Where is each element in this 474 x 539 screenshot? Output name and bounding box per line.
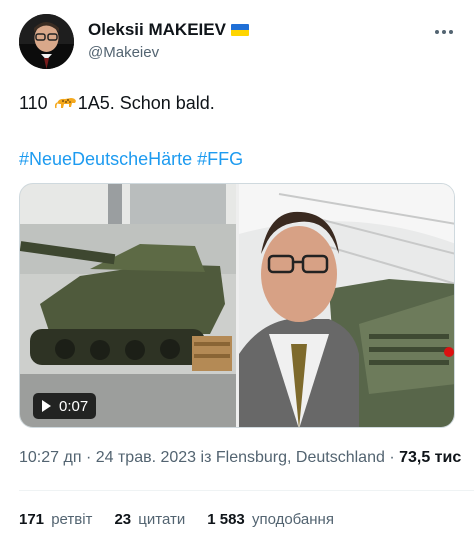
author-handle[interactable]: @Makeiev: [88, 44, 159, 61]
author-name-row: Oleksii MAKEIEV: [88, 20, 249, 40]
play-icon: [42, 400, 51, 412]
tweet-time[interactable]: 10:27 дп: [19, 449, 81, 466]
likes-stat[interactable]: 1 583 уподобання: [207, 511, 334, 528]
retweets-count: 171: [19, 511, 45, 528]
hashtag-link[interactable]: #NeueDeutscheHärte: [19, 149, 192, 169]
tweet-meta: 10:27 дп · 24 трав. 2023 із Flensburg, D…: [19, 449, 461, 467]
more-options-button[interactable]: [432, 20, 456, 44]
media-grid: 0:07: [19, 183, 455, 428]
retweets-stat[interactable]: 171 ретвіт: [19, 511, 92, 528]
view-count[interactable]: 73,5 тис: [399, 449, 461, 466]
video-duration-badge[interactable]: 0:07: [33, 393, 96, 419]
location-prefix: із: [200, 449, 212, 466]
leopard-icon: [54, 94, 77, 112]
meta-separator: ·: [85, 449, 92, 466]
tweet-text-prefix: 110: [19, 93, 48, 113]
quotes-stat[interactable]: 23 цитати: [114, 511, 185, 528]
hashtag-link[interactable]: #FFG: [197, 149, 243, 169]
video-duration: 0:07: [59, 397, 89, 415]
likes-label: уподобання: [251, 511, 334, 528]
quotes-count: 23: [114, 511, 132, 528]
more-icon: [435, 30, 439, 34]
tweet-date[interactable]: 24 трав. 2023: [96, 449, 196, 466]
tweet-header: Oleksii MAKEIEV @Makeiev: [19, 14, 460, 70]
likes-count: 1 583: [207, 511, 245, 528]
tank-in-hangar-photo[interactable]: 0:07: [20, 184, 236, 427]
ukraine-flag-icon: [230, 24, 249, 36]
engagement-stats: 171 ретвіт 23 цитати 1 583 уподобання: [19, 511, 356, 528]
tweet-text-suffix: 1A5. Schon bald.: [77, 93, 215, 113]
selfie-with-tank-photo[interactable]: [239, 184, 454, 427]
tweet-location[interactable]: Flensburg, Deutschland: [216, 449, 385, 466]
more-icon-dot: [442, 30, 446, 34]
avatar[interactable]: [19, 14, 74, 69]
retweets-label: ретвіт: [51, 511, 93, 528]
quotes-label: цитати: [138, 511, 186, 528]
author-name[interactable]: Oleksii MAKEIEV: [88, 20, 226, 40]
divider: [19, 490, 474, 491]
hashtags: #NeueDeutscheHärte #FFG: [19, 148, 243, 170]
more-icon-dot: [449, 30, 453, 34]
meta-separator: ·: [389, 449, 395, 466]
tweet-text: 110 1A5. Schon bald.: [19, 92, 215, 114]
